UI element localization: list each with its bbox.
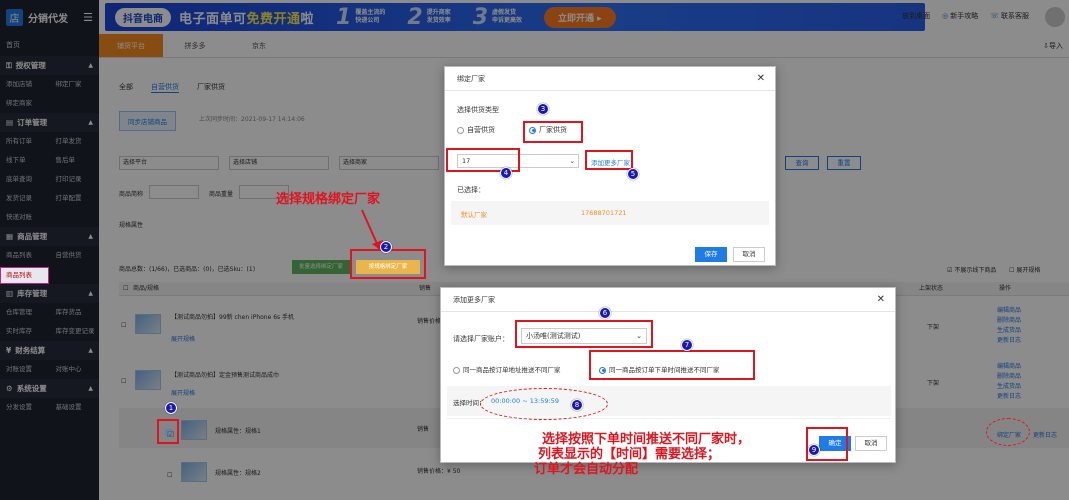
- selected-factory-row: 默认厂家 17688701721: [451, 201, 769, 225]
- highlight-oval-bind: [986, 418, 1030, 446]
- marker-8: 8: [571, 399, 583, 411]
- highlight-oval-8: [480, 388, 608, 420]
- marker-9: 9: [808, 444, 820, 456]
- annotation-time-note: 选择按照下单时间推送不同厂家时， 列表显示的【时间】需要选择； 订单才会自动分配: [534, 432, 751, 477]
- close-icon[interactable]: ✕: [757, 73, 765, 84]
- highlight-box-6: [515, 320, 653, 348]
- marker-1: 1: [165, 402, 177, 414]
- radio-self-supply[interactable]: 自营供货: [457, 125, 495, 135]
- arrow-line: [361, 209, 379, 247]
- factory-phone: 17688701721: [581, 209, 627, 217]
- close-icon[interactable]: ✕: [877, 294, 885, 305]
- marker-3: 3: [537, 103, 549, 115]
- supply-type-label: 选择供货类型: [457, 106, 499, 114]
- selected-label: 已选择：: [457, 186, 485, 194]
- highlight-box-7: [589, 350, 755, 380]
- marker-7: 7: [681, 339, 693, 351]
- radio-off-icon: [453, 366, 460, 374]
- save-button[interactable]: 保存: [695, 247, 727, 262]
- dialog-title: 添加更多厂家: [441, 288, 895, 312]
- highlight-box-5: [585, 150, 633, 170]
- dialog-title: 绑定厂家: [445, 67, 775, 91]
- default-factory-label: 默认厂家: [461, 211, 487, 219]
- marker-6: 6: [599, 307, 611, 319]
- highlight-box-3: [523, 121, 583, 143]
- radio-by-address[interactable]: 同一商品按订单地址推送不同厂家: [453, 364, 561, 374]
- cancel-button[interactable]: 取消: [733, 247, 765, 262]
- account-label: 请选择厂家账户：: [453, 335, 509, 343]
- marker-2: 2: [380, 241, 392, 253]
- chevron-down-icon: ⌄: [569, 157, 575, 165]
- marker-4: 4: [500, 167, 512, 179]
- marker-5: 5: [627, 168, 639, 180]
- radio-off-icon: [457, 126, 464, 134]
- cancel-button[interactable]: 取消: [855, 436, 887, 451]
